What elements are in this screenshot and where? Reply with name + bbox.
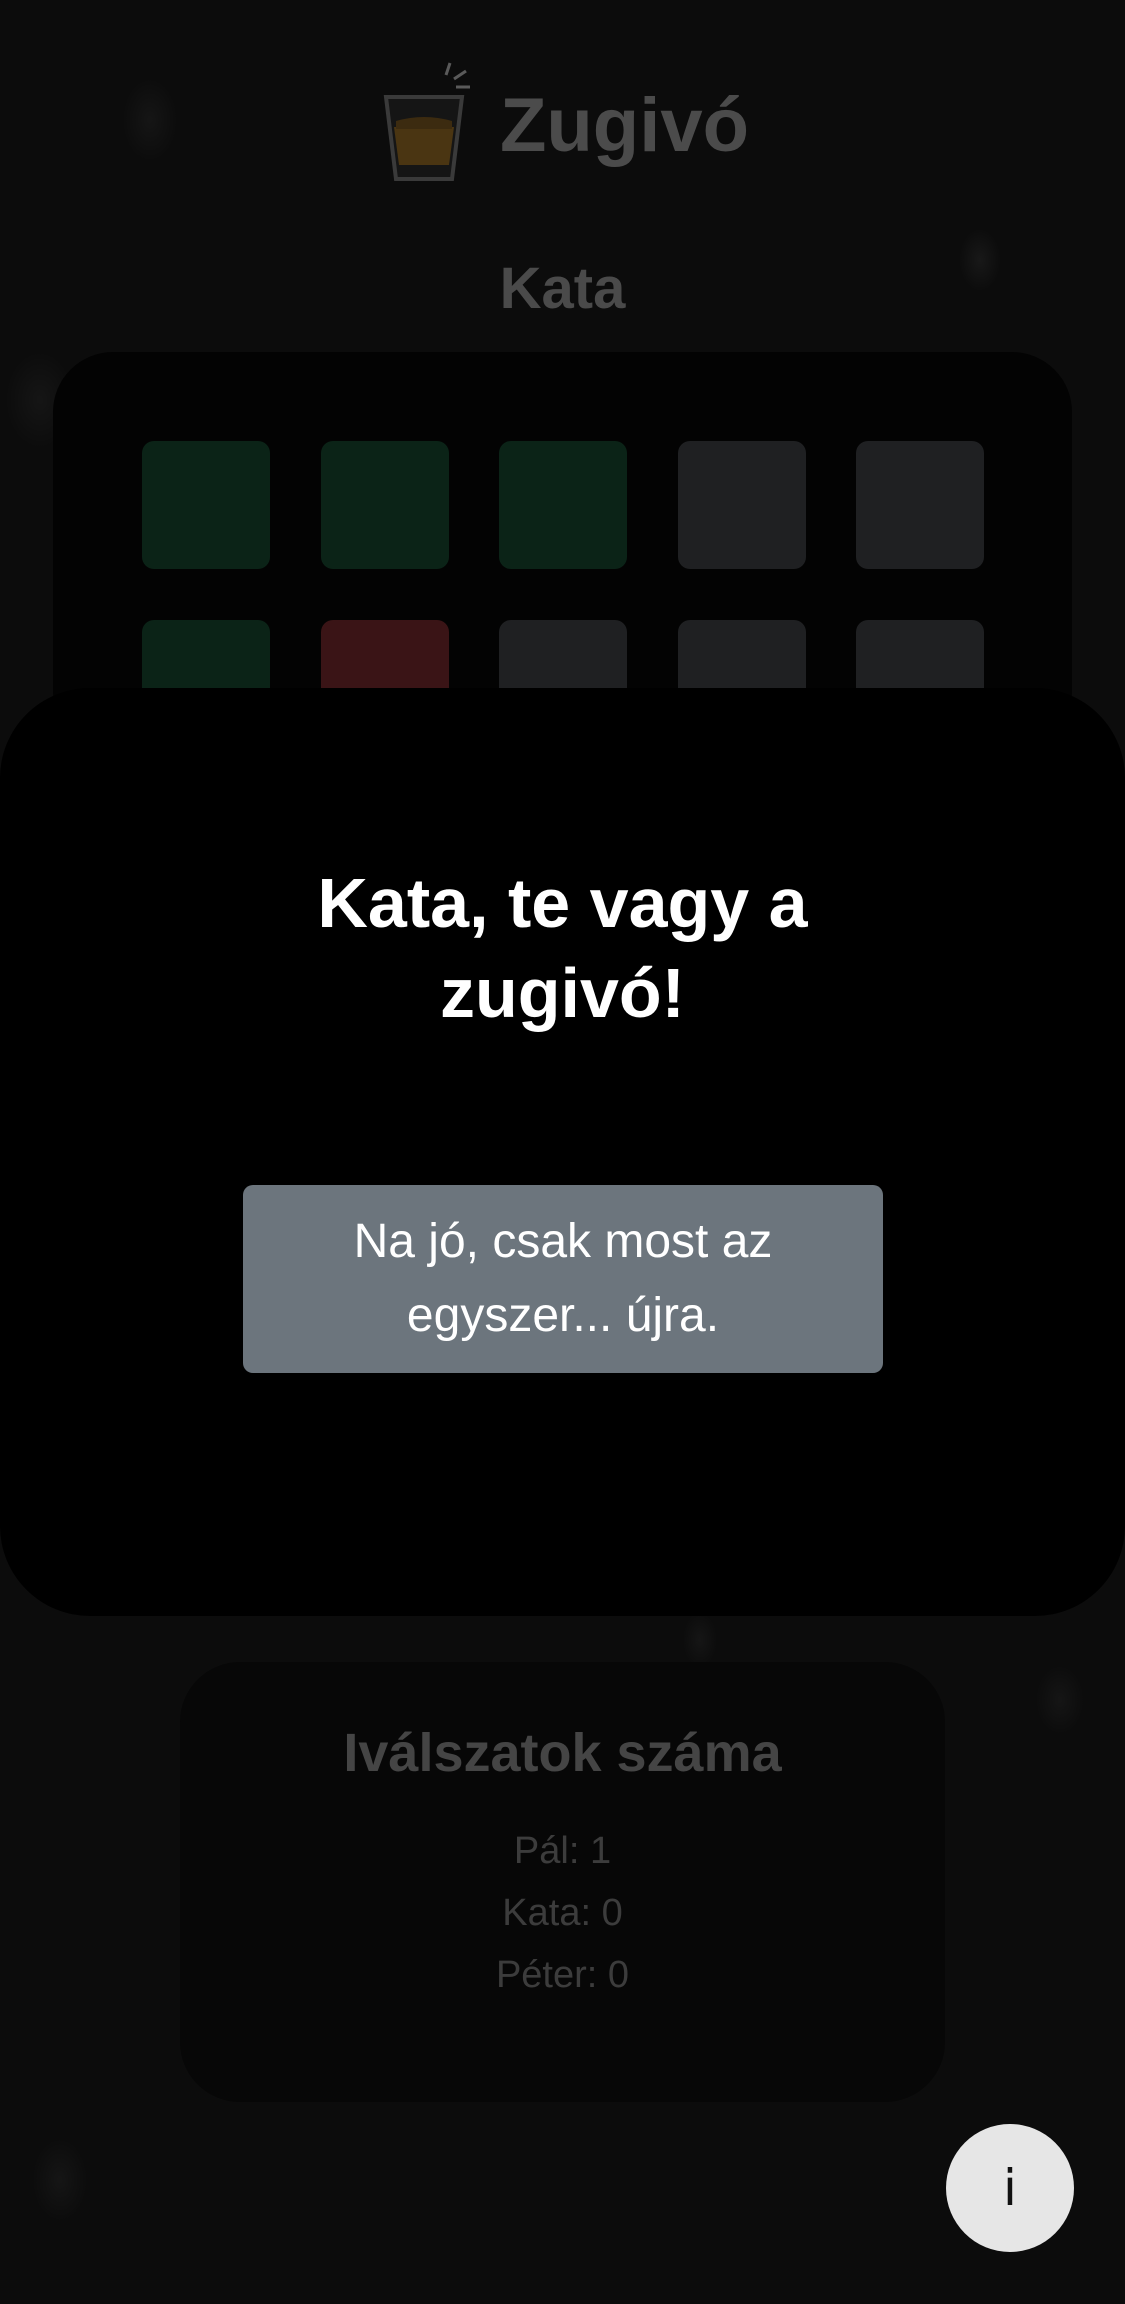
info-button[interactable]: i [946, 2124, 1074, 2252]
loser-modal: Kata, te vagy a zugivó! Na jó, csak most… [0, 688, 1125, 1616]
grid-cell[interactable] [678, 441, 806, 569]
restart-button-label: egyszer... újra. [406, 1289, 720, 1342]
grid-cell[interactable] [499, 441, 627, 569]
info-icon: i [1003, 2159, 1017, 2217]
restart-button-label: Na jó, csak most az [353, 1215, 773, 1268]
drink-count-row: Pál: 1 [513, 1830, 612, 1872]
drink-count-title: Iválszatok száma [343, 1723, 782, 1783]
drink-count-row: Kata: 0 [502, 1892, 623, 1934]
drink-count-card: Iválszatok száma Pál: 1 Kata: 0 Péter: 0 [180, 1662, 945, 2102]
app-title: Zugivó [499, 82, 750, 168]
modal-title: Kata, te vagy a zugivó! [0, 858, 1125, 1038]
modal-title-line: zugivó! [440, 954, 685, 1032]
shot-glass-icon [376, 61, 472, 189]
drink-count-row: Péter: 0 [495, 1954, 630, 1996]
grid-cell[interactable] [321, 441, 449, 569]
app-screen: Zugivó Kata Iválszatok száma Pál: 1 Kata… [0, 0, 1125, 2304]
modal-title-line: Kata, te vagy a [317, 864, 808, 942]
current-player-name: Kata [499, 256, 626, 321]
grid-cell[interactable] [856, 441, 984, 569]
drink-count-list: Pál: 1 Kata: 0 Péter: 0 [180, 1820, 945, 2006]
grid-cell[interactable] [142, 441, 270, 569]
restart-button[interactable]: Na jó, csak most az egyszer... újra. [243, 1185, 883, 1373]
app-header: Zugivó [0, 60, 1125, 190]
